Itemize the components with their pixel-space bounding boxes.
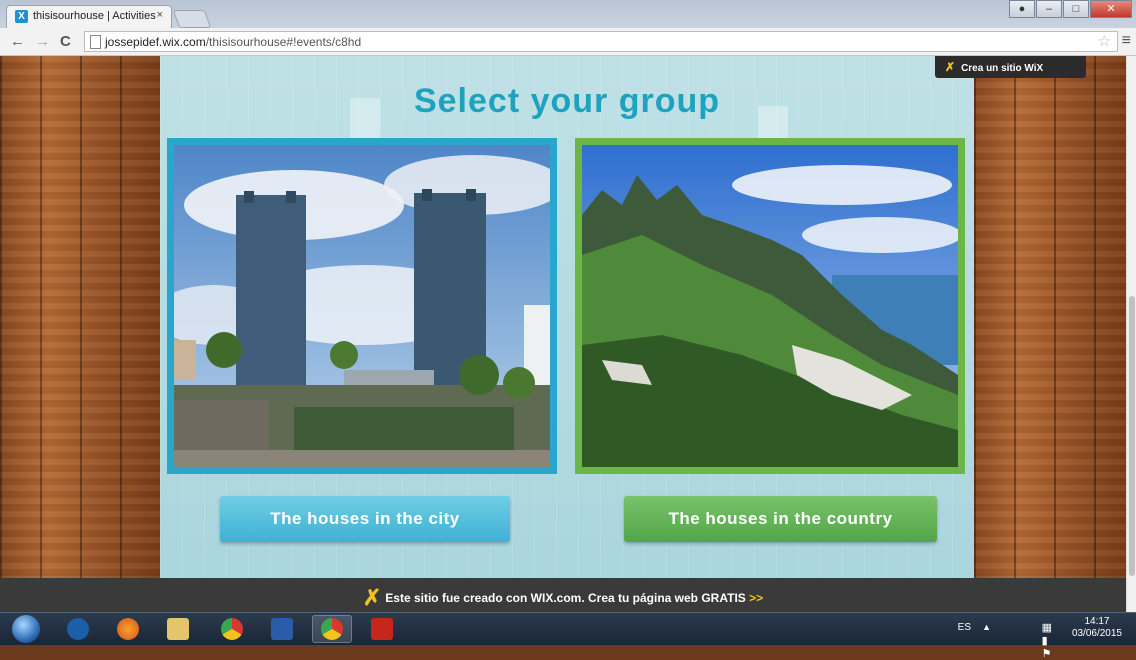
chrome-active-icon[interactable] <box>312 615 352 643</box>
pdf-reader-icon[interactable] <box>362 615 402 643</box>
start-button-icon[interactable] <box>12 615 40 643</box>
browser-toolbar: ← → C jossepidef.wix.com/thisisourhouse#… <box>0 28 1136 56</box>
wix-create-site-badge[interactable]: ✗ Crea un sitio WiX <box>935 56 1086 78</box>
tab-close-icon[interactable]: × <box>157 9 163 21</box>
show-hidden-icons-icon[interactable]: ▲ <box>982 622 991 632</box>
city-photo-frame[interactable] <box>167 138 557 474</box>
page-title: Select your group <box>413 82 721 120</box>
url-text: jossepidef.wix.com/thisisourhouse#!event… <box>105 35 362 49</box>
word-icon[interactable] <box>262 615 302 643</box>
minimize-button[interactable]: – <box>1036 0 1062 18</box>
browser-tab[interactable]: X thisisourhouse | Activities × <box>6 5 172 28</box>
maximize-button[interactable]: □ <box>1063 0 1089 18</box>
address-bar[interactable]: jossepidef.wix.com/thisisourhouse#!event… <box>84 31 1118 52</box>
browser-chrome: X thisisourhouse | Activities × ● – □ ✕ … <box>0 0 1136 56</box>
wix-logo-icon: ✗ <box>362 585 382 610</box>
network-flag-icon[interactable]: ▦ ▮ ⚑ <box>1042 621 1056 660</box>
wood-background-left <box>0 56 160 612</box>
page-scrollbar[interactable] <box>1126 56 1136 612</box>
wix-banner-arrows: >> <box>749 591 764 605</box>
close-window-button[interactable]: ✕ <box>1090 0 1132 18</box>
country-group-button[interactable]: The houses in the country <box>624 496 937 542</box>
wix-footer-banner[interactable]: ✗ Este sitio fue creado con WIX.com. Crea… <box>0 578 1126 612</box>
wix-badge-label: Crea un sitio WiX <box>961 63 1044 74</box>
window-controls: ● – □ ✕ <box>1008 0 1132 20</box>
firefox-icon[interactable] <box>108 615 148 643</box>
country-photo-frame[interactable] <box>575 138 965 474</box>
bookmark-star-icon[interactable]: ☆ <box>1098 32 1111 50</box>
file-explorer-icon[interactable] <box>158 615 198 643</box>
new-tab-button[interactable] <box>172 10 212 28</box>
wix-favicon-icon: X <box>15 10 28 23</box>
browser-menu-icon[interactable]: ≡ <box>1122 32 1131 50</box>
clock[interactable]: 14:17 03/06/2015 <box>1072 616 1122 640</box>
forward-arrow-icon[interactable]: → <box>35 33 50 50</box>
hp-icon[interactable] <box>58 615 98 643</box>
wix-banner-text: Este sitio fue creado con WIX.com. Crea … <box>385 591 746 605</box>
tab-strip: X thisisourhouse | Activities × ● – □ ✕ <box>0 0 1136 28</box>
city-photo <box>174 145 550 467</box>
clock-time: 14:17 <box>1084 616 1110 627</box>
wood-background-right <box>974 56 1126 612</box>
city-group-button[interactable]: The houses in the city <box>220 496 510 542</box>
page-icon <box>90 35 101 49</box>
clock-date: 03/06/2015 <box>1071 628 1122 639</box>
back-arrow-icon[interactable]: ← <box>10 33 25 50</box>
scrollbar-thumb[interactable] <box>1129 296 1135 576</box>
tab-title: thisisourhouse | Activities <box>33 10 156 22</box>
reload-icon[interactable]: C <box>60 33 71 50</box>
page-viewport: Select your group The houses in the city… <box>0 56 1126 612</box>
wix-x-icon: ✗ <box>945 60 956 74</box>
user-icon[interactable]: ● <box>1009 0 1035 18</box>
language-indicator[interactable]: ES <box>958 622 971 633</box>
chrome-icon[interactable] <box>212 615 252 643</box>
country-photo <box>582 145 958 467</box>
windows-taskbar: ES ▲ ▦ ▮ ⚑ 14:17 03/06/2015 <box>0 612 1136 660</box>
